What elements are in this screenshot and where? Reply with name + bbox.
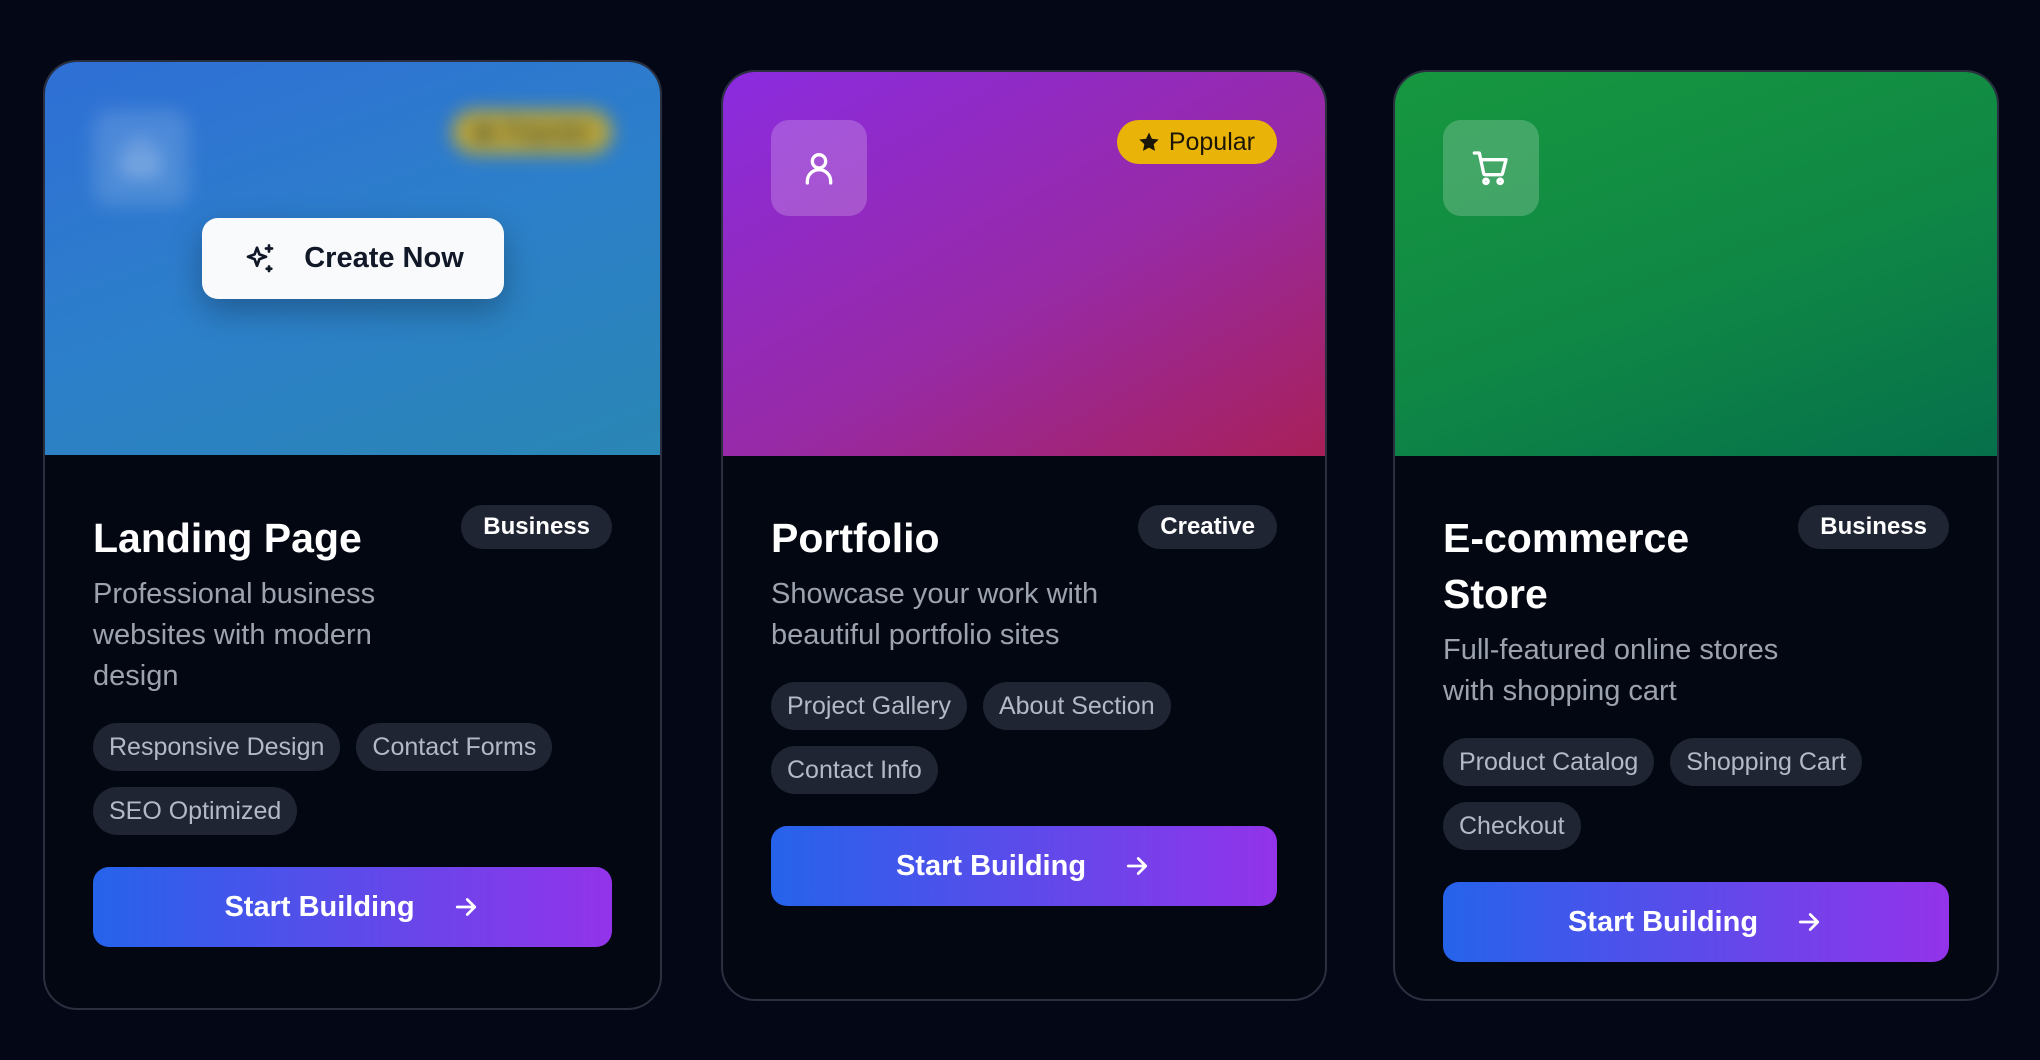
category-badge: Business [461, 505, 612, 549]
category-badge: Business [1798, 505, 1949, 549]
template-description: Full-featured online stores with shoppin… [1443, 634, 1779, 707]
category-badge: Creative [1138, 505, 1277, 549]
template-title: E-commerce Store [1443, 515, 1690, 617]
star-icon [474, 122, 494, 141]
template-card-landing-page[interactable]: Popular Create Now Landing Page Business… [43, 60, 662, 1010]
start-building-label: Start Building [1567, 905, 1759, 938]
template-card-portfolio[interactable]: Popular Portfolio Creative Showcase your… [721, 70, 1327, 1001]
start-building-button[interactable]: Start Building [771, 826, 1277, 906]
feature-tags: Project Gallery About Section Contact In… [771, 682, 1277, 794]
user-icon [805, 153, 833, 185]
popular-badge: Popular [1116, 120, 1277, 164]
card-banner: Popular Create Now [45, 62, 660, 455]
template-card-ecommerce-store[interactable]: E-commerce Store Business Full-featured … [1393, 70, 1999, 1001]
popular-badge: Popular [451, 110, 612, 154]
template-icon-tile [771, 120, 867, 216]
start-building-button[interactable]: Start Building [1443, 882, 1949, 962]
template-title: Landing Page [93, 515, 362, 561]
arrow-right-icon [455, 898, 476, 916]
feature-tags: Responsive Design Contact Forms SEO Opti… [93, 723, 612, 835]
template-description: Professional business websites with mode… [93, 578, 376, 692]
card-banner: Popular [723, 72, 1325, 456]
template-description: Showcase your work with beautiful portfo… [771, 578, 1099, 651]
feature-tag: Shopping Cart [1670, 738, 1863, 786]
card-banner [1395, 72, 1997, 456]
feature-tags: Product Catalog Shopping Cart Checkout [1443, 738, 1949, 850]
card-body: Landing Page Business Professional busin… [93, 502, 612, 947]
star-icon [1139, 132, 1159, 151]
card-body: Portfolio Creative Showcase your work wi… [771, 502, 1277, 906]
feature-tag: Contact Forms [356, 723, 553, 771]
create-now-button[interactable]: Create Now [202, 218, 504, 299]
feature-tag: Contact Info [771, 746, 938, 794]
feature-tag: About Section [982, 682, 1171, 730]
feature-tag: SEO Optimized [93, 787, 298, 835]
popular-label: Popular [503, 117, 590, 146]
card-body: E-commerce Store Business Full-featured … [1443, 502, 1949, 962]
create-now-label: Create Now [304, 242, 464, 274]
popular-label: Popular [1168, 127, 1255, 156]
template-icon-tile [93, 110, 189, 206]
feature-tag: Product Catalog [1443, 738, 1655, 786]
feature-tag: Project Gallery [771, 682, 967, 730]
feature-tag: Checkout [1443, 802, 1581, 850]
start-building-label: Start Building [224, 890, 415, 923]
start-building-label: Start Building [895, 849, 1087, 882]
start-building-button[interactable]: Start Building [93, 867, 612, 947]
arrow-right-icon [1126, 857, 1148, 875]
template-title: Portfolio [771, 515, 940, 561]
home-icon [124, 141, 158, 175]
sparkles-icon [246, 243, 274, 272]
cart-icon [1472, 151, 1508, 186]
feature-tag: Responsive Design [93, 723, 341, 771]
template-icon-tile [1443, 120, 1539, 216]
arrow-right-icon [1798, 913, 1820, 931]
